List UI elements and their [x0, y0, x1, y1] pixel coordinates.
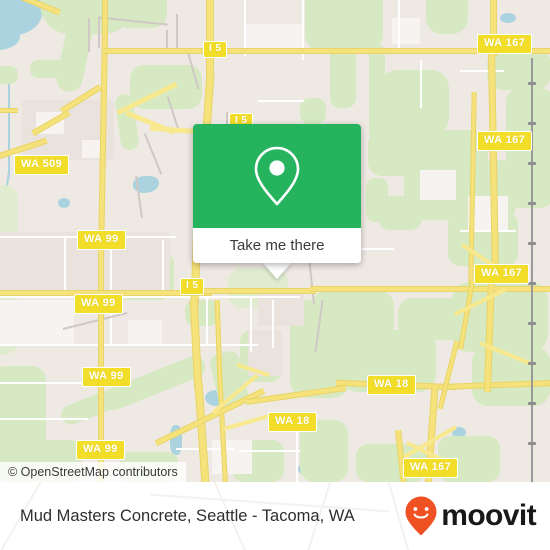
- highway-shield: I 5: [180, 278, 205, 295]
- moovit-wordmark: moovit: [441, 499, 536, 532]
- map-canvas[interactable]: I 5 WA 167 I 5 WA 167 WA 509 WA 99 WA 167 I 5 WA…: [0, 0, 550, 482]
- built-area: [0, 300, 74, 344]
- highway-shield: WA 167: [403, 458, 459, 478]
- railway-tick: [528, 322, 536, 325]
- moovit-logo[interactable]: moovit: [404, 482, 537, 550]
- motorway-i5: [206, 0, 214, 80]
- park-area: [366, 178, 388, 222]
- track: [143, 133, 162, 175]
- highway-shield: WA 167: [477, 34, 533, 54]
- footer-bar: Mud Masters Concrete, Seattle - Tacoma, …: [0, 482, 550, 550]
- highway-shield: WA 99: [77, 230, 126, 250]
- water-body: [0, 28, 20, 50]
- built-area: [128, 320, 162, 346]
- park-area: [426, 0, 468, 34]
- popup-header: [193, 124, 361, 228]
- attribution-text: © OpenStreetMap contributors: [8, 465, 178, 479]
- street: [296, 430, 298, 482]
- park-area: [0, 66, 18, 84]
- lake: [500, 13, 516, 23]
- street: [64, 236, 66, 296]
- highway-shield: WA 18: [367, 375, 416, 395]
- map-attribution[interactable]: © OpenStreetMap contributors: [0, 462, 186, 482]
- place-title-text: Mud Masters Concrete, Seattle - Tacoma, …: [20, 506, 355, 525]
- popup-pointer-tail: [262, 262, 292, 279]
- highway-shield: I 5: [203, 41, 228, 58]
- highway-shield: WA 167: [474, 264, 530, 284]
- motorway-cross: [198, 288, 316, 294]
- track: [98, 18, 100, 48]
- motorway-ramp: [222, 412, 274, 432]
- street: [398, 0, 400, 48]
- stream: [8, 72, 10, 177]
- street: [460, 70, 504, 72]
- highway-shield: WA 167: [477, 131, 533, 151]
- street: [0, 296, 300, 298]
- railway-tick: [528, 442, 536, 445]
- railway-tick: [528, 122, 536, 125]
- track: [88, 18, 90, 52]
- highway-shield: WA 18: [268, 412, 317, 432]
- street: [272, 300, 274, 348]
- place-title: Mud Masters Concrete, Seattle - Tacoma, …: [20, 482, 355, 550]
- railway-tick: [528, 362, 536, 365]
- park-area: [30, 60, 74, 78]
- railway-tick: [528, 282, 536, 285]
- highway-shield: WA 99: [74, 294, 123, 314]
- railway-tick: [528, 202, 536, 205]
- motorway-wa167: [437, 340, 460, 410]
- map-screenshot: I 5 WA 167 I 5 WA 167 WA 509 WA 99 WA 167 I 5 WA…: [0, 0, 550, 550]
- built-area: [420, 170, 456, 200]
- railway-tick: [528, 162, 536, 165]
- motorway-cross: [0, 108, 18, 113]
- location-popup-card[interactable]: Take me there: [193, 124, 361, 263]
- moovit-smiley-pin-icon: [405, 496, 437, 536]
- motorway-cross: [310, 286, 550, 292]
- street: [0, 418, 88, 420]
- street: [258, 100, 304, 102]
- highway-shield: WA 99: [76, 440, 125, 460]
- railway-tick: [528, 402, 536, 405]
- track: [176, 14, 178, 50]
- map-pin-icon: [254, 146, 300, 206]
- highway-shield: WA 99: [82, 367, 131, 387]
- built-area: [212, 440, 252, 474]
- park-area: [379, 70, 449, 136]
- street: [420, 60, 422, 108]
- built-area: [392, 18, 420, 44]
- street: [240, 450, 300, 452]
- highway-shield: WA 509: [14, 155, 70, 175]
- street: [250, 296, 252, 352]
- railway-tick: [528, 82, 536, 85]
- park-area: [58, 388, 118, 428]
- take-me-there-button[interactable]: Take me there: [193, 228, 361, 263]
- lake: [58, 198, 70, 208]
- railway-tick: [528, 242, 536, 245]
- street: [206, 296, 208, 346]
- street: [162, 240, 164, 296]
- take-me-there-label: Take me there: [229, 237, 325, 254]
